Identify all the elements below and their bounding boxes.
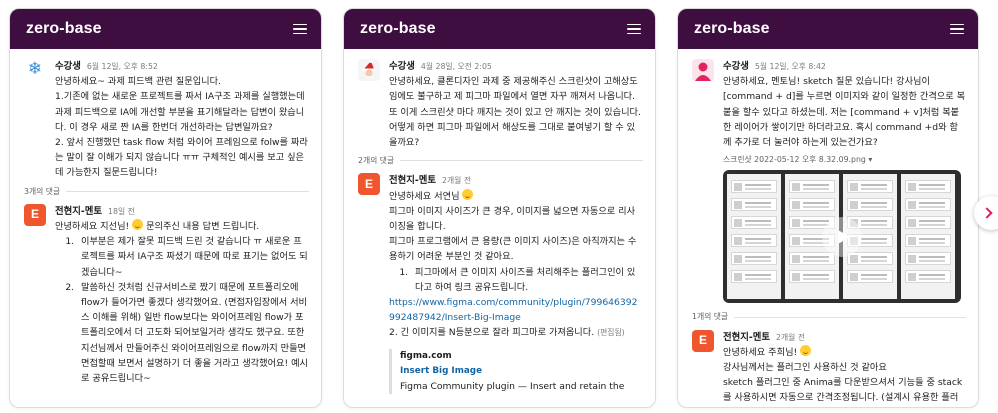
qa-card-2: zero-base 수강생 4월 28일, 오전 2:05 안녕하세요, 클론디… xyxy=(343,8,656,408)
timestamp: 18일 전 xyxy=(108,206,135,216)
card-header: zero-base xyxy=(678,9,978,49)
smile-emoji-icon xyxy=(132,219,144,231)
hamburger-menu-icon[interactable] xyxy=(627,23,641,35)
reply-message: E 전현지-멘토 18일 전 안녕하세요 지선님! 문의주신 내용 답변 드립니… xyxy=(24,203,309,386)
message-text: 안녕하세요~ 과제 피드백 관련 질문입니다. 1.기존에 없는 새로운 프로젝… xyxy=(55,76,308,179)
reply-message: E 전현지-멘토 2개월 전 안녕하세요 주희님! 강사님께서는 플러그인 사용… xyxy=(692,329,966,407)
message-text: 안녕하세요 지선님! 문의주신 내용 답변 드립니다. 이부분은 제가 잘못 피… xyxy=(55,219,309,386)
author-name[interactable]: 수강생 xyxy=(389,59,415,74)
preview-site: figma.com xyxy=(400,350,452,361)
question-message: 수강생 4월 28일, 오전 2:05 안녕하세요, 클론디자인 과제 중 제공… xyxy=(358,59,643,150)
replies-count[interactable]: 2개의 댓글 xyxy=(358,153,643,168)
preview-title[interactable]: Insert Big Image xyxy=(400,364,643,379)
chevron-right-icon xyxy=(981,207,993,219)
timestamp: 2개월 전 xyxy=(442,176,471,186)
hamburger-menu-icon[interactable] xyxy=(950,23,964,35)
card-header: zero-base xyxy=(344,9,655,49)
mentor-avatar: E xyxy=(692,329,714,352)
mentor-avatar: E xyxy=(24,203,46,226)
timestamp: 5월 12일, 오후 8:42 xyxy=(754,62,826,71)
attachment-filename[interactable]: 스크린샷 2022-05-12 오후 8.32.09.png ▾ xyxy=(723,152,966,167)
smile-emoji-icon xyxy=(800,344,812,356)
author-name[interactable]: 수강생 xyxy=(723,59,749,74)
snowflake-icon: ❄ xyxy=(27,59,43,80)
timestamp: 6월 12일, 오후 8:52 xyxy=(86,62,158,71)
list-item: 말씀하신 것처럼 신규서비스로 짰기 때문에 포트폴리오에 flow가 들어가면… xyxy=(77,280,309,386)
author-name[interactable]: 전현지-멘토 xyxy=(723,330,770,345)
plugin-link[interactable]: https://www.figma.com/community/plugin/7… xyxy=(389,295,643,325)
list-item: 피그마에서 큰 이미지 사이즈를 처리해주는 플러그인이 있다고 하여 링크 공… xyxy=(411,265,643,295)
screenshot-attachment[interactable] xyxy=(723,170,961,304)
message-text: 안녕하세요 서연님 피그마 이미지 사이즈가 큰 경우, 이미지를 넓으면 자동… xyxy=(389,188,643,395)
card-header: zero-base xyxy=(10,9,321,49)
mentor-avatar: E xyxy=(358,173,380,196)
message-text: 안녕하세요, 클론디자인 과제 중 제공해주신 스크린샷이 고해상도임에도 불구… xyxy=(389,76,641,149)
question-message: 수강생 5월 12일, 오후 8:42 안녕하세요, 멘토님! sketch 질… xyxy=(692,59,966,304)
message-text: 안녕하세요, 멘토님! sketch 질문 있습니다! 강사님이 [comman… xyxy=(723,76,966,149)
smile-emoji-icon xyxy=(462,188,474,200)
author-name[interactable]: 수강생 xyxy=(55,59,81,74)
message-text: 안녕하세요 주희님! 강사님께서는 플러그인 사용하신 것 같아요 sketch… xyxy=(723,344,963,404)
question-message: ❄ 수강생 6월 12일, 오후 8:52 안녕하세요~ 과제 피드백 관련 질… xyxy=(24,59,309,181)
list-item: 이부분은 제가 잘못 피드백 드린 것 같습니다 ㅠ 새로운 프로젝트를 짜서 … xyxy=(77,234,309,280)
timestamp: 4월 28일, 오전 2:05 xyxy=(420,62,492,71)
link-preview[interactable]: figma.com Insert Big Image Figma Communi… xyxy=(389,348,643,395)
qa-card-1: zero-base ❄ 수강생 6월 12일, 오후 8:52 안녕하세요~ 과… xyxy=(9,8,322,408)
hamburger-menu-icon[interactable] xyxy=(293,23,307,35)
preview-description: Figma Community plugin — Insert and reta… xyxy=(400,381,625,393)
qa-card-3: zero-base 수강생 5월 12일, 오후 8:42 안녕하세요, 멘토님… xyxy=(677,8,979,408)
replies-count[interactable]: 1개의 댓글 xyxy=(692,309,966,324)
chevron-down-icon[interactable]: ▾ xyxy=(868,155,872,164)
author-name[interactable]: 전현지-멘토 xyxy=(389,173,436,188)
author-name[interactable]: 전현지-멘토 xyxy=(55,204,102,219)
user-avatar-icon xyxy=(692,59,714,81)
brand-logo: zero-base xyxy=(694,20,770,37)
timestamp: 2개월 전 xyxy=(776,332,805,342)
replies-count[interactable]: 3개의 댓글 xyxy=(24,184,309,199)
brand-logo: zero-base xyxy=(26,20,102,37)
santa-avatar-icon xyxy=(358,59,380,81)
edited-label: (편집됨) xyxy=(597,328,625,338)
brand-logo: zero-base xyxy=(360,20,436,37)
reply-message: E 전현지-멘토 2개월 전 안녕하세요 서연님 피그마 이미지 사이즈가 큰 … xyxy=(358,173,643,395)
